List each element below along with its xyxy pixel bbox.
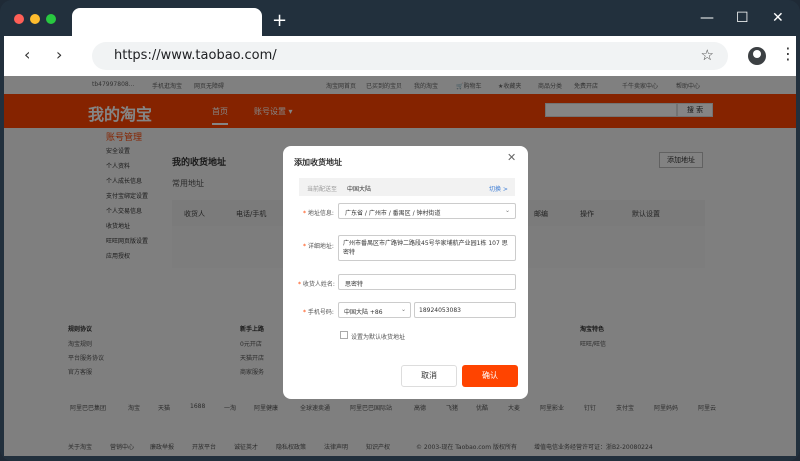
browser-window: + — ☐ ✕ ‹ › https://www.taobao.com/ ☆ ⋮ … [0,0,800,461]
phone-region-select[interactable]: 中国大陆 +86 ⌄ [338,302,411,318]
delivery-value: 中国大陆 [347,186,372,193]
profile-avatar-icon[interactable] [748,47,766,65]
tab-bar: + — ☐ ✕ [0,0,800,36]
phone-chevron-down-icon: ⌄ [400,306,406,313]
dialog-close-icon[interactable]: ✕ [507,151,516,164]
default-address-checkbox[interactable] [340,331,348,339]
detail-address-label: * 详细地址: [303,243,334,250]
dialog-title: 添加收货地址 [294,158,342,167]
active-tab[interactable] [72,8,262,36]
region-value: 广东省 / 广州市 / 番禺区 / 钟村街道 [345,210,441,217]
bookmark-star-icon[interactable]: ☆ [701,46,714,64]
recipient-name-input[interactable]: 思密特 [338,274,516,290]
delivery-region-bar: 当前配送至 中国大陆 切换 > [299,178,515,196]
phone-number-input[interactable]: 18924053083 [414,302,516,318]
address-bar[interactable]: https://www.taobao.com/ ☆ [92,42,728,70]
minimize-icon[interactable]: — [700,10,714,26]
phone-label: * 手机号码: [303,309,334,316]
detail-address-textarea[interactable]: 广州市番禺区市广路钟二路段45号华家埔航产业园1栋 107 思密特 [338,235,516,261]
switch-region-link[interactable]: 切换 > [489,184,508,193]
add-address-dialog: 添加收货地址 ✕ 当前配送至 中国大陆 切换 > * 地址信息: 广东省 / 广… [283,146,528,399]
browser-toolbar: ‹ › https://www.taobao.com/ ☆ ⋮ [4,36,796,76]
region-label: * 地址信息: [303,210,334,217]
maximize-icon[interactable]: ☐ [736,10,749,26]
cancel-button[interactable]: 取消 [401,365,457,387]
recipient-name-value: 思密特 [345,281,364,288]
zoom-window-dot[interactable] [46,14,56,24]
back-icon[interactable]: ‹ [24,46,30,64]
chevron-down-icon: ⌄ [504,207,510,214]
browser-menu-icon[interactable]: ⋮ [780,44,796,64]
recipient-name-label: * 收货人姓名: [298,281,335,288]
delivery-label: 当前配送至 [307,186,338,193]
minimize-window-dot[interactable] [30,14,40,24]
new-tab-button[interactable]: + [272,12,287,30]
close-icon[interactable]: ✕ [772,10,784,26]
url-text[interactable]: https://www.taobao.com/ [114,48,277,63]
confirm-button[interactable]: 确认 [462,365,518,387]
forward-icon[interactable]: › [56,46,62,64]
phone-region-value: 中国大陆 +86 [344,309,383,316]
phone-number-value: 18924053083 [419,307,461,314]
region-select[interactable]: 广东省 / 广州市 / 番禺区 / 钟村街道 ⌄ [338,203,516,219]
close-window-dot[interactable] [14,14,24,24]
default-address-label[interactable]: 设置为默认收货地址 [351,332,405,341]
